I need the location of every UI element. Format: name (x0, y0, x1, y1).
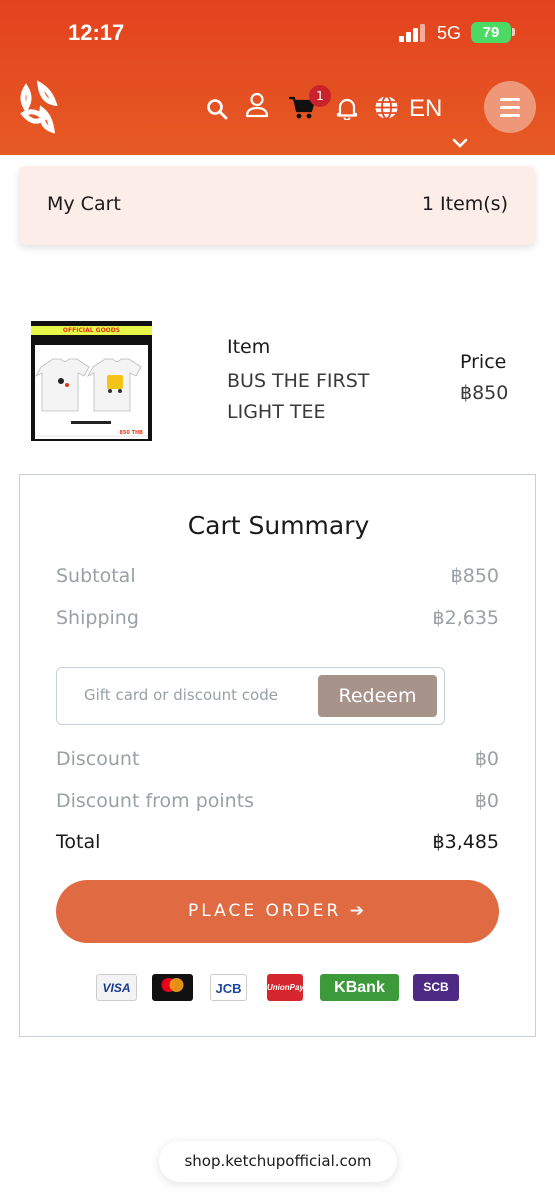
battery-icon: 79 (471, 22, 511, 43)
bell-icon[interactable] (336, 96, 358, 120)
network-label: 5G (437, 23, 462, 43)
top-header: 12:17 5G 79 1 EN (0, 0, 555, 155)
subtotal-row: Subtotal ฿850 (56, 565, 499, 587)
total-label: Total (56, 831, 101, 853)
ketchup-logo-icon[interactable] (16, 80, 62, 136)
discount-code-field[interactable]: Gift card or discount code Redeem (56, 667, 445, 725)
url-bar[interactable]: shop.ketchupofficial.com (159, 1141, 397, 1182)
discount-label: Discount (56, 748, 140, 770)
points-label: Discount from points (56, 790, 255, 812)
battery-tip (512, 28, 515, 36)
cart-item-count: 1 Item(s) (421, 193, 508, 215)
redeem-button[interactable]: Redeem (318, 675, 437, 717)
shipping-row: Shipping ฿2,635 (56, 607, 499, 629)
cart-summary: Cart Summary Subtotal ฿850 Shipping ฿2,6… (19, 474, 536, 1037)
shipping-label: Shipping (56, 607, 139, 629)
item-name[interactable]: BUS THE FIRST LIGHT TEE (227, 366, 397, 428)
language-selector[interactable]: EN (409, 95, 442, 123)
item-price: ฿850 (460, 382, 509, 404)
scb-icon: SCB (413, 974, 459, 1001)
summary-title: Cart Summary (187, 511, 370, 540)
item-heading: Item (227, 336, 271, 358)
jcb-icon: JCB (210, 974, 247, 1001)
menu-button[interactable] (484, 81, 536, 133)
total-value: ฿3,485 (432, 831, 499, 853)
points-row: Discount from points ฿0 (56, 790, 499, 812)
thumbnail-price-tag: 850 THB (119, 430, 143, 436)
cart-title: My Cart (47, 193, 121, 215)
discount-row: Discount ฿0 (56, 748, 499, 770)
globe-icon[interactable] (374, 95, 399, 120)
signal-icon (399, 24, 429, 42)
chevron-down-icon[interactable] (452, 137, 468, 149)
discount-value: ฿0 (474, 748, 499, 770)
tshirt-image (35, 358, 148, 437)
subtotal-label: Subtotal (56, 565, 136, 587)
mastercard-icon (152, 974, 193, 1001)
unionpay-icon: UnionPay (267, 974, 304, 1001)
menu-icon (500, 98, 520, 101)
cart-count-badge: 1 (309, 85, 331, 107)
search-icon[interactable] (206, 98, 228, 120)
user-icon[interactable] (245, 92, 269, 118)
discount-code-input[interactable]: Gift card or discount code (84, 686, 278, 704)
product-thumbnail[interactable]: OFFICIAL GOODS 850 THB (31, 321, 152, 441)
points-value: ฿0 (474, 790, 499, 812)
total-row: Total ฿3,485 (56, 831, 499, 853)
shipping-value: ฿2,635 (432, 607, 499, 629)
kbank-icon: KBank (320, 974, 399, 1001)
place-order-button[interactable]: PLACE ORDER ➔ (56, 880, 499, 943)
price-heading: Price (460, 351, 507, 373)
subtotal-value: ฿850 (450, 565, 499, 587)
status-time: 12:17 (68, 20, 125, 45)
visa-icon: VISA (96, 974, 137, 1001)
cart-header-bar: My Cart 1 Item(s) (19, 166, 535, 245)
thumbnail-banner: OFFICIAL GOODS (31, 326, 152, 335)
